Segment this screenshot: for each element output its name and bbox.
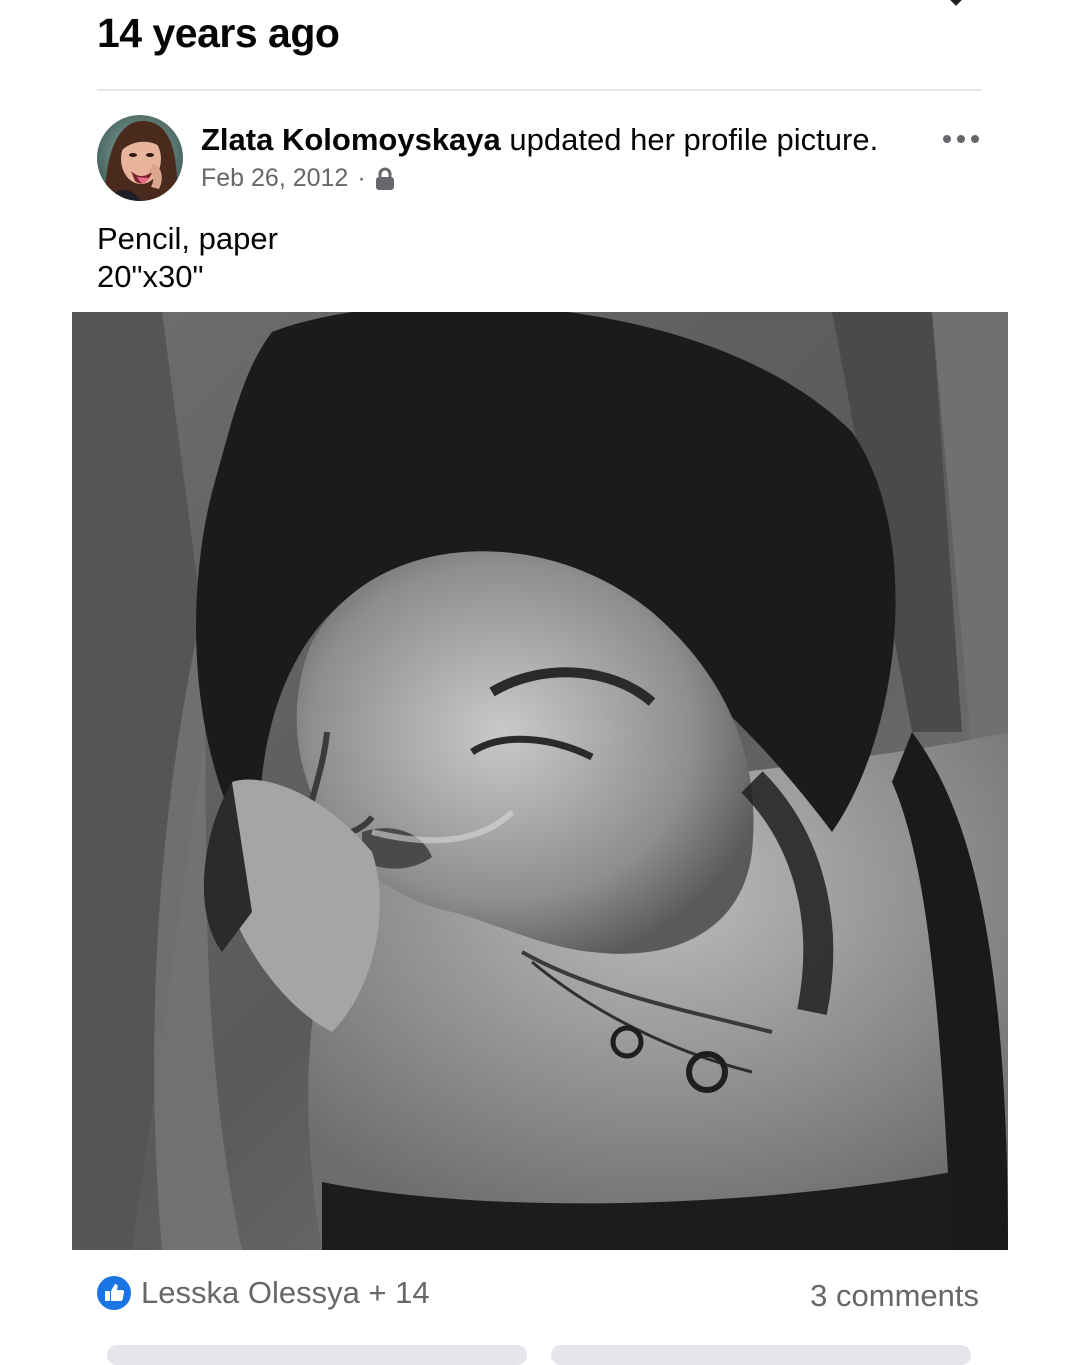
comments-count[interactable]: 3 comments: [810, 1278, 979, 1314]
header-divider: [97, 89, 982, 91]
like-action-button[interactable]: [107, 1345, 527, 1365]
caption-line: Pencil, paper: [97, 221, 278, 256]
comment-action-button[interactable]: [551, 1345, 971, 1365]
like-icon: [97, 1276, 131, 1310]
page-title: 14 years ago: [97, 10, 340, 56]
avatar[interactable]: [97, 115, 183, 201]
close-icon: [950, 0, 962, 6]
avatar-image: [97, 115, 183, 201]
meta-separator: ·: [357, 164, 366, 192]
post-photo[interactable]: [72, 312, 1008, 1250]
close-button[interactable]: [930, 0, 982, 26]
post-action: updated her profile picture.: [509, 122, 879, 157]
author-name[interactable]: Zlata Kolomoyskaya: [201, 122, 501, 157]
reactions-summary[interactable]: Lesska Olessya + 14: [97, 1275, 430, 1311]
post-footer: Lesska Olessya + 14 3 comments: [97, 1275, 982, 1319]
post-date[interactable]: Feb 26, 2012: [201, 164, 348, 193]
post-caption: Pencil, paper 20"x30": [97, 220, 278, 296]
pencil-portrait-drawing: [72, 312, 1008, 1250]
lock-icon: [375, 167, 394, 190]
memory-header: 14 years ago: [0, 0, 1080, 92]
reactions-text: Lesska Olessya + 14: [141, 1275, 430, 1310]
post-meta: Feb 26, 2012 ·: [201, 164, 395, 193]
post-options-button[interactable]: [937, 123, 985, 155]
post-header: Zlata Kolomoyskaya updated her profile p…: [97, 115, 987, 205]
post-headline: Zlata Kolomoyskaya updated her profile p…: [201, 122, 878, 158]
caption-line: 20"x30": [97, 259, 204, 294]
more-dots-icon: [943, 135, 979, 143]
